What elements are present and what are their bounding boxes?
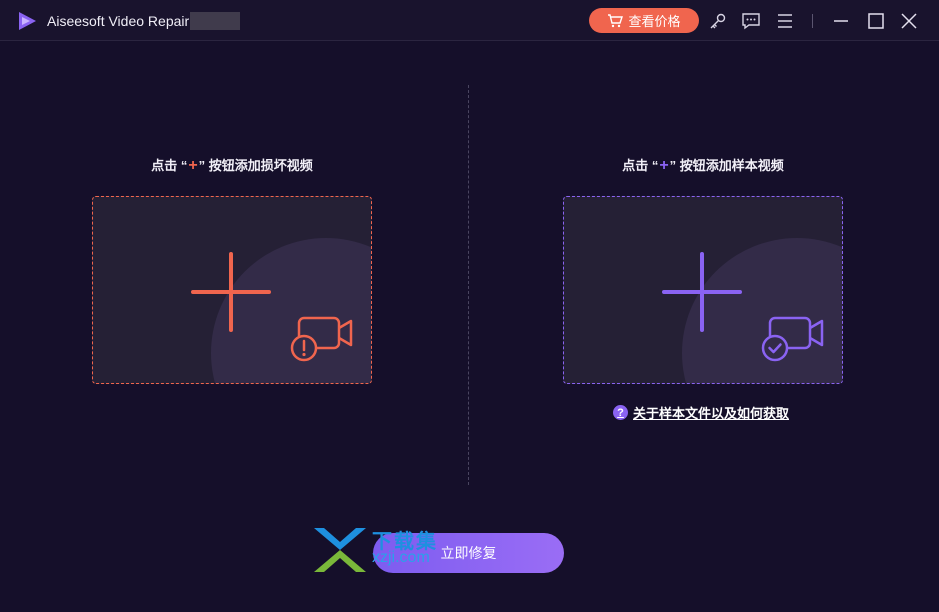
add-sample-video-label: 点击 “+” 按钮添加样本视频 bbox=[553, 155, 853, 175]
watermark-url: xzji.com bbox=[372, 549, 430, 566]
title-bar: Aiseesoft Video Repair 查看价格 bbox=[0, 0, 939, 41]
maximize-icon[interactable] bbox=[866, 11, 886, 31]
left-label-suffix: ” 按钮添加损坏视频 bbox=[198, 158, 313, 173]
view-price-label: 查看价格 bbox=[628, 14, 681, 29]
help-link-label: 关于样本文件以及如何获取 bbox=[633, 406, 790, 421]
feedback-icon[interactable] bbox=[741, 11, 761, 31]
titlebar-separator bbox=[812, 14, 813, 28]
add-corrupted-video-dropzone[interactable] bbox=[92, 196, 372, 384]
right-label-suffix: ” 按钮添加样本视频 bbox=[669, 158, 784, 173]
redacted-version bbox=[190, 12, 240, 30]
sample-file-help-link[interactable]: ? 关于样本文件以及如何获取 bbox=[613, 403, 789, 422]
sample-video-camera-icon bbox=[761, 316, 824, 362]
right-label-prefix: 点击 “ bbox=[622, 158, 659, 173]
close-icon[interactable] bbox=[899, 11, 919, 31]
view-price-button[interactable]: 查看价格 bbox=[589, 8, 699, 33]
app-title: Aiseesoft Video Repair bbox=[47, 13, 190, 29]
left-label-plus: + bbox=[188, 157, 198, 174]
app-logo-icon bbox=[19, 12, 36, 30]
help-question-icon: ? bbox=[613, 405, 628, 420]
broken-video-camera-icon bbox=[290, 316, 353, 362]
add-sample-video-dropzone[interactable] bbox=[563, 196, 843, 384]
key-icon[interactable] bbox=[708, 11, 728, 31]
panel-divider bbox=[468, 85, 469, 485]
minimize-icon[interactable] bbox=[831, 11, 851, 31]
add-corrupted-video-label: 点击 “+” 按钮添加损坏视频 bbox=[82, 155, 382, 175]
add-plus-icon bbox=[191, 252, 271, 332]
cart-icon bbox=[608, 13, 624, 27]
menu-icon[interactable] bbox=[775, 11, 795, 31]
left-label-prefix: 点击 “ bbox=[151, 158, 188, 173]
right-label-plus: + bbox=[659, 157, 669, 174]
add-plus-icon bbox=[662, 252, 742, 332]
